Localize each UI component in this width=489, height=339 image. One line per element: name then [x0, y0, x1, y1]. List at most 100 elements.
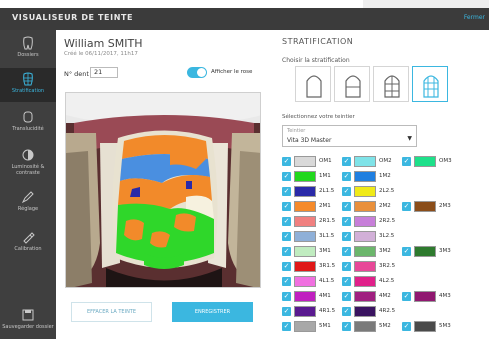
color-box: [294, 306, 316, 317]
checkbox-checked-icon[interactable]: ✓: [342, 187, 351, 196]
color-box: [294, 291, 316, 302]
tooth-number-input[interactable]: 21: [90, 67, 118, 78]
checkbox-checked-icon[interactable]: ✓: [402, 202, 411, 211]
shade-name: 1M1: [319, 173, 331, 179]
swatch-row: ✓ 3M1 ✓ 3M2 ✓ 3M3: [282, 246, 488, 260]
app-title: VISUALISEUR DE TEINTE: [12, 13, 134, 22]
checkbox-checked-icon[interactable]: ✓: [342, 217, 351, 226]
strat-option-single[interactable]: [295, 66, 331, 102]
checkbox-checked-icon[interactable]: ✓: [342, 247, 351, 256]
color-box: [294, 216, 316, 227]
shade-guide-value: Vita 3D Master: [287, 137, 332, 144]
shade-name: 3M1: [319, 248, 331, 254]
strat-option-grid[interactable]: [373, 66, 409, 102]
checkbox-checked-icon[interactable]: ✓: [342, 292, 351, 301]
strat-option-horizontal[interactable]: [334, 66, 370, 102]
stratification-choose-label: Choisir la stratification: [282, 57, 350, 64]
shade-name: 4L2.5: [379, 278, 395, 284]
checkbox-checked-icon[interactable]: ✓: [282, 247, 291, 256]
swatch-row: ✓ OM1 ✓ OM2 ✓ OM3: [282, 156, 488, 170]
stratification-title: STRATIFICATION: [282, 37, 354, 46]
title-bar: VISUALISEUR DE TEINTE Fermer: [0, 8, 489, 30]
shade-name: 2R1.5: [319, 218, 336, 224]
sidebar-item-r-glage[interactable]: Réglage: [0, 186, 56, 220]
sidebar-item-translucidit[interactable]: Translucidité: [0, 106, 56, 140]
eyedropper-icon: [23, 232, 35, 244]
shade-name: 1M2: [379, 173, 391, 179]
color-box: [354, 306, 376, 317]
checkbox-checked-icon[interactable]: ✓: [342, 202, 351, 211]
swatch-row: ✓ 4M1 ✓ 4M2 ✓ 4M3: [282, 291, 488, 305]
checkbox-checked-icon[interactable]: ✓: [342, 172, 351, 181]
checkbox-checked-icon[interactable]: ✓: [342, 232, 351, 241]
save-icon: [22, 309, 34, 321]
sidebar-item-calibration[interactable]: Calibration: [0, 226, 56, 260]
checkbox-checked-icon[interactable]: ✓: [402, 292, 411, 301]
swatch-row: ✓ 3R1.5 ✓ 3R2.5: [282, 261, 488, 275]
sidebar-item-sauvegarder-dossier[interactable]: Sauvegarder dossier: [0, 304, 56, 338]
color-box: [354, 186, 376, 197]
checkbox-checked-icon[interactable]: ✓: [402, 247, 411, 256]
checkbox-checked-icon[interactable]: ✓: [342, 322, 351, 331]
checkbox-checked-icon[interactable]: ✓: [342, 307, 351, 316]
checkbox-checked-icon[interactable]: ✓: [282, 217, 291, 226]
shade-name: 2L2.5: [379, 188, 395, 194]
swatch-row: ✓ 2M1 ✓ 2M2 ✓ 2M3: [282, 201, 488, 215]
swatch-row: ✓ 4R1.5 ✓ 4R2.5: [282, 306, 488, 320]
clear-shade-button[interactable]: EFFACER LA TEINTE: [71, 302, 152, 322]
color-box: [354, 216, 376, 227]
grid-tooth-icon: [23, 72, 33, 86]
tooth-outline-icon: [23, 111, 33, 123]
color-box: [414, 201, 436, 212]
shade-name: 4R2.5: [379, 308, 396, 314]
shade-name: OM3: [439, 158, 452, 164]
main-area: William SMITH Créé le 06/11/2017, 11h17 …: [56, 30, 489, 339]
shade-name: 4R1.5: [319, 308, 336, 314]
checkbox-checked-icon[interactable]: ✓: [282, 307, 291, 316]
checkbox-checked-icon[interactable]: ✓: [282, 157, 291, 166]
shade-guide-placeholder: Teintier: [287, 128, 306, 134]
corner-box: [363, 0, 489, 8]
color-box: [354, 231, 376, 242]
shade-guide-select[interactable]: Teintier Vita 3D Master ▼: [282, 125, 417, 147]
checkbox-checked-icon[interactable]: ✓: [342, 157, 351, 166]
checkbox-checked-icon[interactable]: ✓: [402, 322, 411, 331]
show-pink-label: Afficher le rose: [211, 69, 253, 75]
color-box: [354, 201, 376, 212]
swatch-row: ✓ 2R1.5 ✓ 2R2.5: [282, 216, 488, 230]
shade-name: OM1: [319, 158, 332, 164]
tooth-number-label: N° dent: [64, 70, 89, 78]
checkbox-checked-icon[interactable]: ✓: [282, 292, 291, 301]
tooth-single-icon: [306, 75, 322, 98]
color-box: [414, 156, 436, 167]
sidebar-item-label: Stratification: [11, 88, 45, 94]
sidebar-item-dossiers[interactable]: Dossiers: [0, 32, 56, 66]
show-pink-toggle[interactable]: [187, 67, 207, 78]
sidebar-item-stratification[interactable]: Stratification: [0, 68, 56, 102]
swatch-row: ✓ 5M1 ✓ 5M2 ✓ 5M3: [282, 321, 488, 335]
sidebar-item-luminosit-contraste[interactable]: Luminosité & contraste: [0, 144, 56, 184]
save-button[interactable]: ENREGISTRER: [172, 302, 253, 322]
toggle-knob: [197, 68, 206, 77]
tooth-icon: [23, 36, 33, 50]
tooth-grid-icon: [384, 75, 400, 98]
checkbox-checked-icon[interactable]: ✓: [282, 172, 291, 181]
checkbox-checked-icon[interactable]: ✓: [282, 322, 291, 331]
sidebar-item-label: Calibration: [14, 246, 42, 252]
shade-name: 3M2: [379, 248, 391, 254]
close-link[interactable]: Fermer: [464, 14, 485, 21]
checkbox-checked-icon[interactable]: ✓: [282, 262, 291, 271]
color-box: [354, 246, 376, 257]
checkbox-checked-icon[interactable]: ✓: [282, 202, 291, 211]
checkbox-checked-icon[interactable]: ✓: [402, 157, 411, 166]
checkbox-checked-icon[interactable]: ✓: [282, 187, 291, 196]
sidebar-item-label: Réglage: [17, 206, 39, 212]
checkbox-checked-icon[interactable]: ✓: [282, 277, 291, 286]
tooth-shade-photo[interactable]: [65, 92, 261, 288]
checkbox-checked-icon[interactable]: ✓: [282, 232, 291, 241]
color-box: [354, 156, 376, 167]
checkbox-checked-icon[interactable]: ✓: [342, 277, 351, 286]
tooth-detailed-icon: [423, 75, 439, 98]
checkbox-checked-icon[interactable]: ✓: [342, 262, 351, 271]
strat-option-detailed[interactable]: [412, 66, 448, 102]
